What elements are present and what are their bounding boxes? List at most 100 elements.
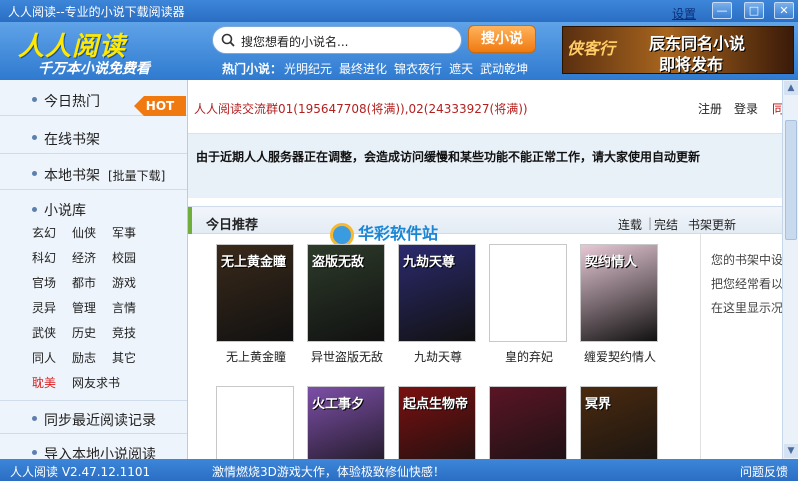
minimize-button[interactable]: — [712,2,732,19]
hot-label: 热门小说： [222,62,283,76]
ad-banner[interactable]: 侠客行 辰东同名小说 即将发布 [562,26,794,74]
book-title[interactable]: 缠爱契约情人 [574,348,666,365]
category-link[interactable]: 军事 [112,224,136,241]
book-cover-title: 火工事夕 [312,397,365,412]
book-title[interactable]: 异世盗版无敌 [301,348,393,365]
announcement-text: 由于近期人人服务器正在调整，会造成访问缓慢和某些功能不能正常工作，请大家使用自动… [196,150,701,164]
category-link[interactable]: 校园 [112,249,136,266]
book-cover[interactable]: 冥界 [580,386,658,459]
status-ad-link[interactable]: 激情燃烧3D游戏大作，体验极致修仙快感！ [212,463,445,480]
book-title[interactable]: 皇的弃妃 [483,348,575,365]
hot-keyword[interactable]: 最终进化 [339,62,387,76]
sidebar-item-online-shelf[interactable]: 在线书架 [0,120,187,154]
category-link[interactable]: 耽美 [32,374,56,391]
book-cover-title: 契约情人 [585,255,638,270]
category-link[interactable]: 武侠 [32,324,56,341]
sidebar-item-label: 小说库 [44,203,86,219]
book-cover[interactable]: 火工事夕 [307,386,385,459]
book-cover[interactable]: 起点生物帝 [398,386,476,459]
shelf-hint-panel: 您的书架中设把您经常看以在这里显示况 [700,234,784,459]
book-cover[interactable] [489,244,567,342]
bullet-icon [32,97,37,102]
category-link[interactable]: 管理 [72,299,96,316]
category-link[interactable]: 网友求书 [72,374,120,391]
filter-serial[interactable]: 连载 [618,216,642,233]
category-link[interactable]: 言情 [112,299,136,316]
bullet-icon [32,416,37,421]
search-box [212,26,462,54]
hot-keyword[interactable]: 锦衣夜行 [394,62,442,76]
book-cover[interactable]: 九劫天尊 [398,244,476,342]
scroll-thumb[interactable] [785,120,797,240]
batch-download-link[interactable]: [批量下载] [108,167,165,184]
category-link[interactable]: 仙侠 [72,224,96,241]
category-link[interactable]: 游戏 [112,274,136,291]
filter-complete[interactable]: 完结 [654,216,678,233]
sidebar-item-label: 在线书架 [44,132,100,148]
book-cover[interactable]: 盗版无敌 [307,244,385,342]
category-link[interactable]: 竞技 [112,324,136,341]
close-button[interactable]: ✕ [774,2,794,19]
shelf-hint-text: 您的书架中设把您经常看以在这里显示况 [711,253,784,315]
qq-group-link[interactable]: 人人阅读交流群01(195647708(将满)),02(24333927(将满)… [194,100,528,117]
shelf-update-link[interactable]: 书架更新 [688,216,736,233]
category-link[interactable]: 历史 [72,324,96,341]
header: 人人阅读 千万本小说免费看 搜小说 热门小说：光明纪元最终进化锦衣夜行遮天武动乾… [0,22,798,80]
search-button[interactable]: 搜小说 [468,25,536,53]
announcement: 由于近期人人服务器正在调整，会造成访问缓慢和某些功能不能正常工作，请大家使用自动… [188,134,782,198]
book-cover[interactable]: 无上黄金瞳 [216,244,294,342]
title-bar: 人人阅读--专业的小说下载阅读器 设置 — □ ✕ [0,0,798,22]
sidebar-item-label: 本地书架 [44,168,100,184]
window-title: 人人阅读--专业的小说下载阅读器 [8,5,185,19]
recommend-header: 今日推荐 连载 | 完结 书架更新 [188,206,782,234]
category-link[interactable]: 都市 [72,274,96,291]
category-link[interactable]: 玄幻 [32,224,56,241]
version-text: 人人阅读 V2.47.12.1101 [10,465,151,479]
login-link[interactable]: 登录 [734,100,758,117]
hot-badge: HOT [134,96,186,116]
maximize-button[interactable]: □ [744,2,764,19]
sidebar-item-library[interactable]: 小说库 [0,192,187,226]
filter-separator: | [648,216,653,230]
book-title[interactable]: 九劫天尊 [392,348,484,365]
banner-line2: 即将发布 [659,55,724,74]
sidebar-item-label: 今日热门 [44,94,100,110]
hot-keyword[interactable]: 武动乾坤 [480,62,528,76]
book-cover[interactable] [489,386,567,459]
register-link[interactable]: 注册 [698,100,722,117]
feedback-link[interactable]: 问题反馈 [740,463,788,480]
scroll-up-icon[interactable]: ▲ [784,81,798,95]
category-link[interactable]: 灵异 [32,299,56,316]
hot-keyword[interactable]: 光明纪元 [284,62,332,76]
sidebar-item-import-local[interactable]: 导入本地小说阅读 [0,435,187,459]
book-title[interactable]: 无上黄金瞳 [210,348,302,365]
status-bar: 人人阅读 V2.47.12.1101 激情燃烧3D游戏大作，体验极致修仙快感！ … [0,459,798,481]
category-link[interactable]: 官场 [32,274,56,291]
sidebar: 今日热门 HOT 在线书架 本地书架 [批量下载] 小说库 玄幻 仙侠 军事 科… [0,80,188,459]
settings-link[interactable]: 设置 [672,5,696,22]
vertical-scrollbar[interactable]: ▲ ▼ [782,80,798,459]
hot-keywords: 热门小说： 光明纪元 最终进化 锦衣夜行 遮天 武动乾坤 [222,60,535,77]
category-link[interactable]: 经济 [72,249,96,266]
search-icon [221,33,235,47]
book-cover[interactable] [216,386,294,459]
sidebar-item-local-shelf[interactable]: 本地书架 [批量下载] [0,156,187,190]
scroll-down-icon[interactable]: ▼ [784,444,798,458]
app-slogan: 千万本小说免费看 [38,61,150,77]
bullet-icon [32,450,37,455]
category-link[interactable]: 科幻 [32,249,56,266]
hot-keyword[interactable]: 遮天 [449,62,473,76]
book-cover[interactable]: 契约情人 [580,244,658,342]
section-title: 今日推荐 [206,218,259,233]
category-link[interactable]: 其它 [112,349,136,366]
search-input[interactable] [241,31,453,51]
sidebar-item-label: 同步最近阅读记录 [44,413,156,429]
book-grid: 无上黄金瞳 无上黄金瞳 盗版无敌 异世盗版无敌 九劫天尊 九劫天尊 皇的弃妃 契约情人 缠爱契约… [188,234,698,459]
sidebar-item-sync-records[interactable]: 同步最近阅读记录 [0,400,187,434]
category-link[interactable]: 励志 [72,349,96,366]
category-link[interactable]: 同人 [32,349,56,366]
bullet-icon [32,135,37,140]
sidebar-item-today-hot[interactable]: 今日热门 HOT [0,82,187,116]
book-cover-title: 盗版无敌 [312,255,365,270]
book-cover-title: 无上黄金瞳 [221,255,287,270]
